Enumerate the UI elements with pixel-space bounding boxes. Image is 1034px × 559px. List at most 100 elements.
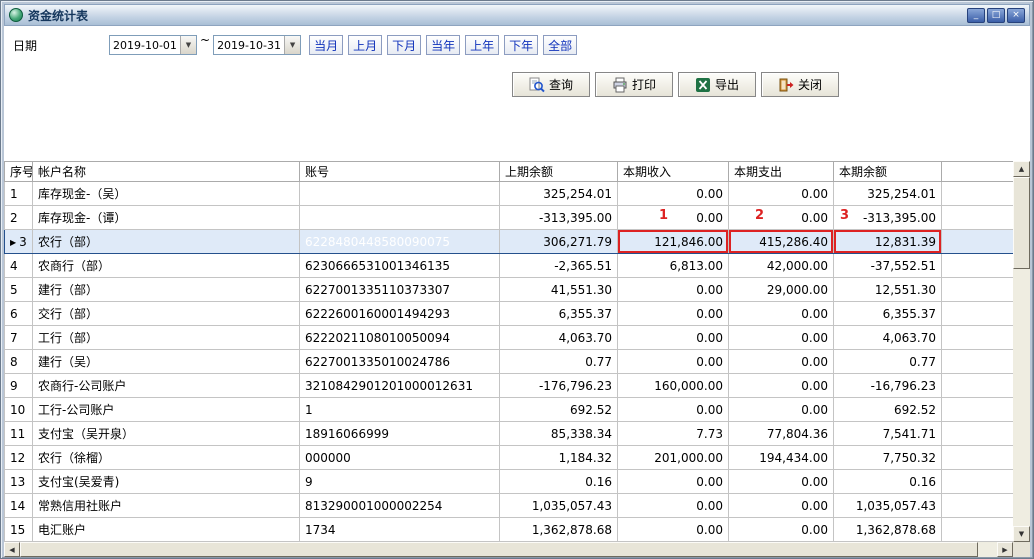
cell: 支付宝（吴开泉） [33, 422, 300, 446]
cell [942, 374, 1014, 398]
table-row[interactable]: 2库存现金-（谭）-313,395.000.000.00-313,395.00 [5, 206, 1014, 230]
cell: 支付宝(吴爱青) [33, 470, 300, 494]
table-row[interactable]: 7工行（部）62220211080100500944,063.700.000.0… [5, 326, 1014, 350]
column-header: 帐户名称 [33, 162, 300, 182]
chevron-down-icon[interactable]: ▼ [284, 36, 300, 54]
cell: 42,000.00 [729, 254, 834, 278]
cell: 306,271.79 [500, 230, 618, 254]
scroll-down-button[interactable]: ▼ [1013, 526, 1030, 542]
cell: -2,365.51 [500, 254, 618, 278]
table-row[interactable]: 13支付宝(吴爱青)90.160.000.000.16 [5, 470, 1014, 494]
vertical-scroll-thumb[interactable] [1013, 177, 1030, 269]
current-month-button[interactable]: 当月 [309, 35, 343, 55]
row-number-cell: 15 [5, 518, 33, 542]
cell: 0.00 [729, 398, 834, 422]
query-button[interactable]: 查询 [512, 72, 590, 97]
cell [942, 182, 1014, 206]
chevron-down-icon[interactable]: ▼ [180, 36, 196, 54]
window-close-button[interactable]: × [1007, 8, 1025, 23]
cell: 1,184.32 [500, 446, 618, 470]
annotation-number: 3 [840, 208, 849, 223]
cell: 0.00 [729, 374, 834, 398]
date-from-combobox[interactable]: 2019-10-01 ▼ [109, 35, 197, 55]
data-table: 序号帐户名称账号上期余额本期收入本期支出本期余额 1库存现金-（吴）325,25… [4, 161, 1014, 542]
cell: 库存现金-（谭） [33, 206, 300, 230]
cell: 6222600160001494293 [300, 302, 500, 326]
table-row[interactable]: 9农商行-公司账户3210842901201000012631-176,796.… [5, 374, 1014, 398]
table-row[interactable]: 11支付宝（吴开泉）1891606699985,338.347.7377,804… [5, 422, 1014, 446]
table-row[interactable]: 15电汇账户17341,362,878.680.000.001,362,878.… [5, 518, 1014, 542]
maximize-button[interactable]: □ [987, 8, 1005, 23]
annotation-number: 1 [659, 208, 668, 223]
cell: 3210842901201000012631 [300, 374, 500, 398]
cell: 交行（部） [33, 302, 300, 326]
row-number-cell: 10 [5, 398, 33, 422]
annotation-number: 2 [755, 208, 764, 223]
cell: 29,000.00 [729, 278, 834, 302]
date-to-combobox[interactable]: 2019-10-31 ▼ [213, 35, 301, 55]
cell: 1,362,878.68 [500, 518, 618, 542]
cell: 工行-公司账户 [33, 398, 300, 422]
horizontal-scroll-thumb[interactable] [20, 542, 978, 557]
next-year-button[interactable]: 下年 [504, 35, 538, 55]
cell: -37,552.51 [834, 254, 942, 278]
table-row[interactable]: 8建行（吴）62270013350100247860.770.000.000.7… [5, 350, 1014, 374]
cell: 325,254.01 [834, 182, 942, 206]
cell: 农商行-公司账户 [33, 374, 300, 398]
cell: 6,813.00 [618, 254, 729, 278]
cell: 4,063.70 [500, 326, 618, 350]
cell: 12,551.30 [834, 278, 942, 302]
table-row[interactable]: 4农商行（部）6230666531001346135-2,365.516,813… [5, 254, 1014, 278]
cell: 农行（部） [33, 230, 300, 254]
table-row[interactable]: 14常熟信用社账户8132900010000022541,035,057.430… [5, 494, 1014, 518]
horizontal-scrollbar[interactable]: ◀ ▶ [4, 542, 1013, 557]
table-row[interactable]: ▶3农行（部）6228480448580090075306,271.79121,… [5, 230, 1014, 254]
row-number-cell: 2 [5, 206, 33, 230]
scroll-left-button[interactable]: ◀ [4, 542, 20, 557]
prev-year-button[interactable]: 上年 [465, 35, 499, 55]
table-row[interactable]: 12农行（徐榴）0000001,184.32201,000.00194,434.… [5, 446, 1014, 470]
cell: 18916066999 [300, 422, 500, 446]
prev-month-button[interactable]: 上月 [348, 35, 382, 55]
cell [942, 326, 1014, 350]
export-button[interactable]: 导出 [678, 72, 756, 97]
table-row[interactable]: 10工行-公司账户1692.520.000.00692.52 [5, 398, 1014, 422]
export-button-label: 导出 [715, 76, 739, 93]
column-header: 账号 [300, 162, 500, 182]
cell: 77,804.36 [729, 422, 834, 446]
row-number-cell: 14 [5, 494, 33, 518]
row-number-cell: 7 [5, 326, 33, 350]
cell: 0.00 [729, 350, 834, 374]
scroll-right-button[interactable]: ▶ [997, 542, 1013, 557]
period-button-group: 当月上月下月当年上年下年全部 [309, 35, 582, 55]
cell: 农商行（部） [33, 254, 300, 278]
titlebar[interactable]: 资金统计表 _ □ × [4, 4, 1030, 26]
filter-bar: 日期 2019-10-01 ▼ ~ 2019-10-31 ▼ 当月上月下月当年上… [13, 35, 582, 55]
vertical-scrollbar[interactable]: ▲ ▼ [1013, 161, 1030, 542]
cell: 0.00 [618, 278, 729, 302]
table-row[interactable]: 6交行（部）62226001600014942936,355.370.000.0… [5, 302, 1014, 326]
table-row[interactable]: 1库存现金-（吴）325,254.010.000.00325,254.01 [5, 182, 1014, 206]
table-body: 1库存现金-（吴）325,254.010.000.00325,254.012库存… [5, 182, 1014, 542]
cell: 6,355.37 [834, 302, 942, 326]
close-button[interactable]: 关闭 [761, 72, 839, 97]
cell: 7,750.32 [834, 446, 942, 470]
cell [942, 254, 1014, 278]
print-button-label: 打印 [632, 76, 656, 93]
row-number-cell: ▶3 [5, 230, 33, 254]
column-header: 上期余额 [500, 162, 618, 182]
all-button[interactable]: 全部 [543, 35, 577, 55]
cell: -16,796.23 [834, 374, 942, 398]
current-year-button[interactable]: 当年 [426, 35, 460, 55]
cell: 1,035,057.43 [834, 494, 942, 518]
table-row[interactable]: 5建行（部）622700133511037330741,551.300.0029… [5, 278, 1014, 302]
cell: 692.52 [834, 398, 942, 422]
scroll-up-button[interactable]: ▲ [1013, 161, 1030, 177]
cell: 160,000.00 [618, 374, 729, 398]
minimize-button[interactable]: _ [967, 8, 985, 23]
row-number-cell: 6 [5, 302, 33, 326]
cell: 1 [300, 398, 500, 422]
print-button[interactable]: 打印 [595, 72, 673, 97]
cell: 7,541.71 [834, 422, 942, 446]
next-month-button[interactable]: 下月 [387, 35, 421, 55]
